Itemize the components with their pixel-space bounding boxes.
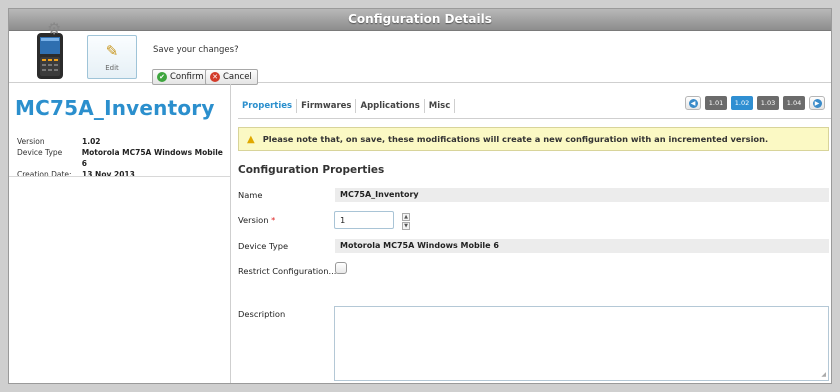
check-icon: ✔ xyxy=(157,72,167,82)
previous-version-button[interactable]: ◀ xyxy=(685,96,701,110)
summary-row-label: Version xyxy=(17,137,45,146)
version-button-1-01[interactable]: 1.01 xyxy=(705,96,727,110)
pencil-icon: ✎ xyxy=(105,42,119,60)
summary-panel: MC75A_Inventory Version 1.02 Device Type… xyxy=(9,84,231,383)
confirm-button[interactable]: ✔ Confirm xyxy=(152,69,210,85)
arrow-right-icon: ▶ xyxy=(812,98,822,108)
close-icon: ✕ xyxy=(210,72,220,82)
edit-button[interactable]: ✎ Edit xyxy=(87,35,137,79)
summary-row: Creation Date: 13 Nov 2013 xyxy=(17,169,230,180)
details-panel: Properties Firmwares Applications Misc ◀… xyxy=(232,84,831,383)
version-button-1-03[interactable]: 1.03 xyxy=(757,96,779,110)
name-label: Name xyxy=(238,190,263,200)
restrict-configuration-checkbox[interactable] xyxy=(335,262,347,274)
divider xyxy=(9,176,230,177)
resize-grip-icon[interactable]: ◢ xyxy=(821,371,826,378)
next-version-button[interactable]: ▶ xyxy=(809,96,825,110)
tab-applications[interactable]: Applications xyxy=(356,99,425,113)
summary-row-label: Device Type xyxy=(17,148,63,157)
device-type-label: Device Type xyxy=(238,241,289,251)
spinner-down-button[interactable]: ▼ xyxy=(402,222,410,230)
summary-row-label: Creation Date: xyxy=(17,170,72,179)
configuration-details-window: Configuration Details ⚙ ✎ Edit Save your… xyxy=(8,8,832,384)
summary-row: Device Type Motorola MC75A Windows Mobil… xyxy=(17,147,230,169)
version-navigator: ◀ 1.01 1.02 1.03 1.04 ▶ xyxy=(685,96,825,110)
summary-row-value: Motorola MC75A Windows Mobile 6 xyxy=(81,148,223,168)
warning-icon: ▲ xyxy=(247,133,255,145)
version-input[interactable]: 1 xyxy=(334,211,394,229)
save-prompt: Save your changes? xyxy=(153,45,239,55)
tab-firmwares[interactable]: Firmwares xyxy=(297,99,357,113)
cancel-button[interactable]: ✕ Cancel xyxy=(205,69,258,85)
tab-bar: Properties Firmwares Applications Misc xyxy=(238,99,456,113)
cancel-button-label: Cancel xyxy=(223,72,252,82)
required-marker: * xyxy=(271,215,276,225)
version-label: Version * xyxy=(238,215,275,225)
device-type-value: Motorola MC75A Windows Mobile 6 xyxy=(335,239,829,253)
summary-info: Version 1.02 Device Type Motorola MC75A … xyxy=(17,136,230,180)
tab-properties[interactable]: Properties xyxy=(238,99,298,113)
config-name-heading: MC75A_Inventory xyxy=(15,96,215,120)
toolbar: ⚙ ✎ Edit Save your changes? ✔ Confirm ✕ … xyxy=(9,19,831,85)
summary-row: Version 1.02 xyxy=(17,136,230,147)
tab-divider xyxy=(238,118,831,119)
summary-row-value: 13 Nov 2013 xyxy=(82,170,135,179)
version-notice: ▲ Please note that, on save, these modif… xyxy=(238,127,829,151)
section-title: Configuration Properties xyxy=(238,164,385,176)
description-label: Description xyxy=(238,309,286,319)
name-value: MC75A_Inventory xyxy=(335,188,829,202)
edit-button-label: Edit xyxy=(105,64,119,72)
version-label-text: Version xyxy=(238,215,269,225)
spinner-up-button[interactable]: ▲ xyxy=(402,213,410,221)
description-textarea[interactable]: ◢ xyxy=(334,306,829,381)
version-button-1-04[interactable]: 1.04 xyxy=(783,96,805,110)
restrict-configuration-label: Restrict Configuration... xyxy=(238,266,337,276)
tab-misc[interactable]: Misc xyxy=(425,99,456,113)
notice-text: Please note that, on save, these modific… xyxy=(262,134,769,144)
arrow-left-icon: ◀ xyxy=(688,98,698,108)
confirm-button-label: Confirm xyxy=(170,72,204,82)
gear-icon: ⚙ xyxy=(47,19,62,38)
version-button-1-02[interactable]: 1.02 xyxy=(731,96,753,110)
window-title: Configuration Details xyxy=(9,9,831,31)
summary-row-value: 1.02 xyxy=(82,137,101,146)
